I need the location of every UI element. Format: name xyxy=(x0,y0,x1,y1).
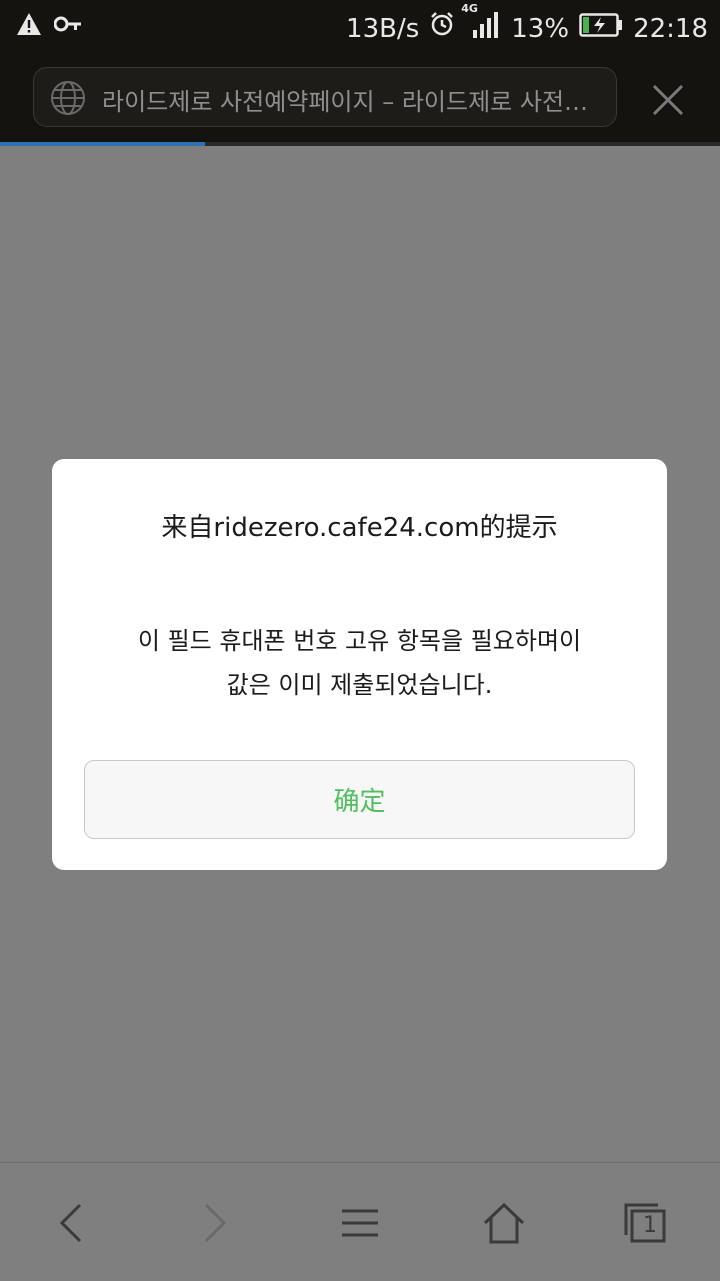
tab-count: 1 xyxy=(643,1213,657,1238)
clock-time: 22:18 xyxy=(633,13,708,44)
menu-icon[interactable] xyxy=(338,1201,382,1245)
dialog-message: 이 필드 휴대폰 번호 고유 항목을 필요하며이 값은 이미 제출되었습니다. xyxy=(137,627,582,699)
bottom-navigation: 1 xyxy=(0,1162,720,1281)
home-icon[interactable] xyxy=(482,1201,526,1245)
forward-icon[interactable] xyxy=(192,1201,236,1245)
alert-dialog: 来自ridezero.cafe24.com的提示 이 필드 휴대폰 번호 고유 … xyxy=(52,459,667,870)
alarm-icon xyxy=(429,11,455,46)
back-icon[interactable] xyxy=(50,1201,94,1245)
network-type: 4G xyxy=(461,2,478,15)
battery-percent: 13% xyxy=(511,13,570,44)
battery-charging-icon xyxy=(579,12,623,46)
browser-toolbar: 라이드제로 사전예약페이지 – 라이드제로 사전예약페이지 xyxy=(0,50,720,142)
globe-icon xyxy=(50,80,86,116)
progress-fill xyxy=(0,142,206,146)
close-icon[interactable] xyxy=(648,80,688,120)
network-speed: 13B/s xyxy=(346,13,420,44)
key-icon xyxy=(53,14,82,38)
ok-button[interactable]: 确定 xyxy=(84,760,635,839)
page-title: 라이드제로 사전예약페이지 – 라이드제로 사전예약페이지 xyxy=(102,88,602,116)
dialog-title: 来自ridezero.cafe24.com的提示 xyxy=(161,513,558,543)
status-bar: 13B/s 4G 13% 22:18 xyxy=(0,0,720,50)
signal-icon: 4G xyxy=(461,2,501,49)
tabs-icon[interactable]: 1 xyxy=(622,1201,666,1245)
page-load-progress xyxy=(0,142,720,146)
address-bar[interactable]: 라이드제로 사전예약페이지 – 라이드제로 사전예약페이지 xyxy=(33,67,617,127)
warning-icon xyxy=(16,12,42,40)
